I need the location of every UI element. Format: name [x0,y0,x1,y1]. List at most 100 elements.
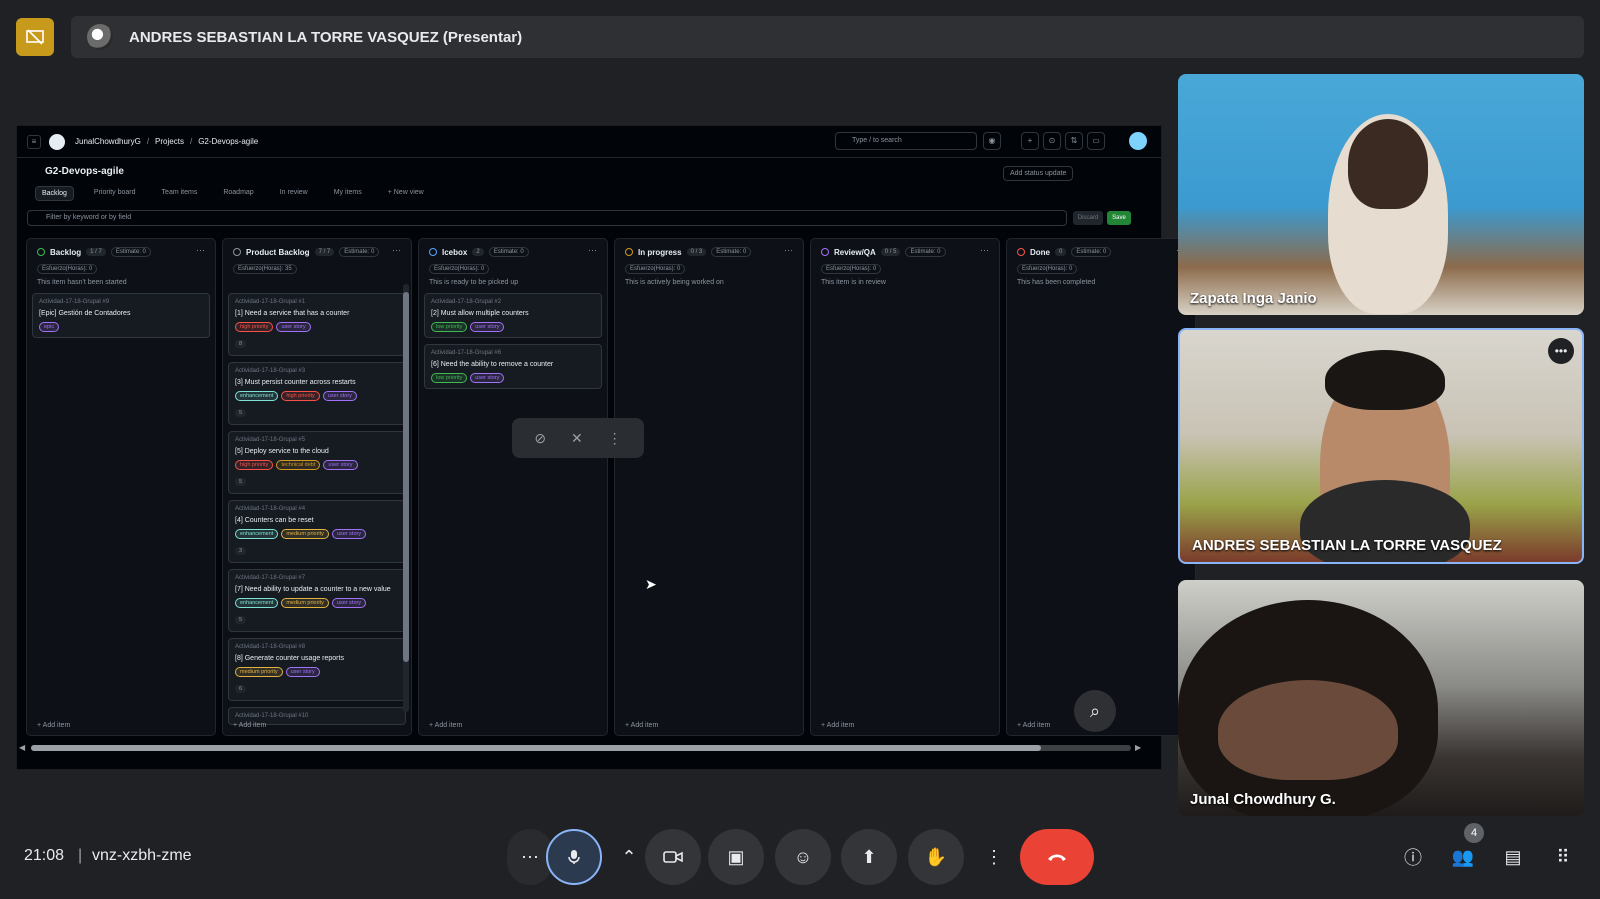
label-badge[interactable]: medium priority [281,529,329,539]
label-badge[interactable]: enhancement [235,529,279,539]
horizontal-scrollbar[interactable]: ◀ ▶ [17,743,1161,753]
issue-card[interactable]: Actividad-17-18-Grupal #3 [3] Must persis… [228,362,406,425]
label-badge[interactable]: technical debt [276,460,321,470]
card-title[interactable]: [2] Must allow multiple counters [431,309,595,319]
column-scrollbar-thumb[interactable] [403,292,409,662]
present-off-icon[interactable] [16,18,54,56]
more-horiz-icon[interactable]: ••• [1548,338,1574,364]
participant-tile[interactable]: Zapata Inga Janio [1178,74,1584,315]
participant-tile[interactable]: Junal Chowdhury G. [1178,580,1584,816]
add-item-button[interactable]: + Add item [233,722,266,729]
tab-roadmap[interactable]: Roadmap [217,186,259,201]
add-item-button[interactable]: + Add item [429,722,462,729]
tab-priority-board[interactable]: Priority board [88,186,142,201]
issue-card[interactable]: Actividad-17-18-Grupal #1 [1] Need a serv… [228,293,406,356]
label-badge[interactable]: high priority [281,391,320,401]
github-logo-icon[interactable] [49,133,65,150]
zoom-in-icon[interactable]: ⌕ [1074,690,1116,732]
issue-card[interactable]: Actividad-17-18-Grupal #7 [7] Need abilit… [228,569,406,632]
emoji-icon[interactable]: ☺ [775,829,831,885]
label-badge[interactable]: user story [285,667,320,677]
issues-icon[interactable]: ⊙ [1043,132,1061,150]
label-badge[interactable]: user story [322,391,357,401]
card-title[interactable]: [Epic] Gestión de Contadores [39,309,203,319]
label-badge[interactable]: low priority [431,373,468,383]
add-item-button[interactable]: + Add item [821,722,854,729]
column-menu-icon[interactable]: ··· [588,245,597,255]
label-badge[interactable]: low priority [431,322,468,332]
column-menu-icon[interactable]: ··· [392,245,401,255]
discard-button[interactable]: Discard [1073,211,1103,225]
filter-input[interactable]: Filter by keyword or by field [27,210,1067,226]
label-badge[interactable]: user story [331,598,367,608]
issue-card[interactable]: Actividad-17-18-Grupal #6 [6] Need the ab… [424,344,602,389]
people-icon[interactable]: 👥 [1447,841,1479,873]
label-badge[interactable]: enhancement [235,391,279,401]
plus-icon[interactable]: + [1021,132,1039,150]
label-badge[interactable]: user story [276,322,311,332]
present-icon[interactable]: ⬆ [841,829,897,885]
scroll-left-icon[interactable]: ◀ [19,743,25,752]
participant-tile-active[interactable]: ••• ANDRES SEBASTIAN LA TORRE VASQUEZ [1178,328,1584,564]
issue-card[interactable]: Actividad-17-18-Grupal #8 [8] Generate co… [228,638,406,701]
copilot-icon[interactable]: ◉ [983,132,1001,150]
column-menu-icon[interactable]: ··· [784,245,793,255]
unpin-icon[interactable]: ⊘ [534,430,546,447]
label-badge[interactable]: user story [470,322,505,332]
info-icon[interactable]: ⓘ [1397,841,1429,873]
add-item-button[interactable]: + Add item [625,722,658,729]
label-badge[interactable]: medium priority [235,667,283,677]
menu-icon[interactable]: ≡ [27,134,41,149]
captions-icon[interactable]: ▣ [708,829,764,885]
label-badge[interactable]: user story [323,460,358,470]
card-title[interactable]: [7] Need ability to update a counter to … [235,585,399,595]
add-item-button[interactable]: + Add item [1017,722,1050,729]
card-title[interactable]: [6] Need the ability to remove a counter [431,360,595,370]
tab-my-items[interactable]: My items [328,186,368,201]
card-title[interactable]: [5] Deploy service to the cloud [235,447,399,457]
breadcrumb-project[interactable]: G2-Devops-agile [198,137,258,146]
pull-requests-icon[interactable]: ⇅ [1065,132,1083,150]
column-menu-icon[interactable]: ··· [980,245,989,255]
label-badge[interactable]: medium priority [281,598,329,608]
issue-card[interactable]: Actividad-17-18-Grupal #5 [5] Deploy serv… [228,431,406,494]
apps-icon[interactable]: ⠿ [1547,841,1579,873]
column-menu-icon[interactable]: ··· [196,245,205,255]
mic-icon[interactable] [546,829,602,885]
add-item-button[interactable]: + Add item [37,722,70,729]
label-badge[interactable]: enhancement [235,598,279,608]
mute-icon[interactable]: ✕ [571,430,583,447]
card-title[interactable]: [8] Generate counter usage reports [235,654,399,664]
horizontal-scrollbar-thumb[interactable] [31,745,1041,751]
save-button[interactable]: Save [1107,211,1131,225]
camera-icon[interactable] [645,829,701,885]
scroll-right-icon[interactable]: ▶ [1135,743,1141,752]
new-view-button[interactable]: + New view [382,186,430,201]
card-title[interactable]: [3] Must persist counter across restarts [235,378,399,388]
more-vert-icon[interactable]: ⋮ [608,430,622,447]
issue-card[interactable]: Actividad-17-18-Grupal #2 [2] Must allow … [424,293,602,338]
more-vert-icon[interactable]: ⋮ [975,829,1013,885]
chevron-up-icon[interactable]: ⌃ [611,829,647,885]
chat-icon[interactable]: ▤ [1497,841,1529,873]
label-badge[interactable]: user story [470,373,505,383]
breadcrumb-projects[interactable]: Projects [155,137,184,146]
label-badge[interactable]: epic [39,322,60,332]
issue-card[interactable]: Actividad-17-18-Grupal #9 [Epic] Gestión … [32,293,210,338]
issue-card[interactable]: Actividad-17-18-Grupal #4 [4] Counters ca… [228,500,406,563]
tab-backlog[interactable]: Backlog [35,186,74,201]
label-badge[interactable]: high priority [235,322,274,332]
label-badge[interactable]: user story [331,529,367,539]
card-title[interactable]: [4] Counters can be reset [235,516,399,526]
user-avatar[interactable] [1129,132,1147,150]
hand-icon[interactable]: ✋ [908,829,964,885]
inbox-icon[interactable]: ▭ [1087,132,1105,150]
column-scrollbar[interactable] [403,284,409,712]
label-badge[interactable]: high priority [235,460,274,470]
tab-in-review[interactable]: In review [274,186,314,201]
github-search-input[interactable]: Type / to search [835,132,977,150]
add-status-update-button[interactable]: Add status update [1003,166,1074,181]
end-call-icon[interactable] [1020,829,1094,885]
card-title[interactable]: [1] Need a service that has a counter [235,309,399,319]
tab-team-items[interactable]: Team items [156,186,204,201]
